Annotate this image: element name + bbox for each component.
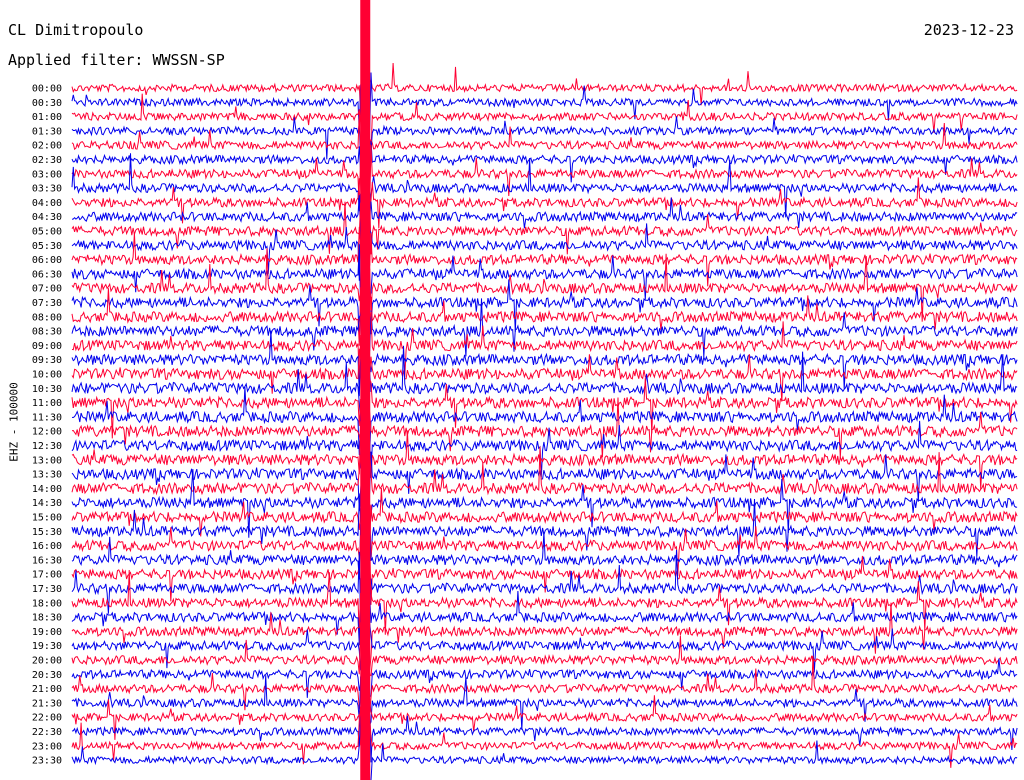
time-tick-label: 05:00 [32,227,62,238]
time-tick-label: 18:30 [32,613,62,624]
trace-row [71,327,1018,397]
trace-row [71,618,1018,673]
time-tick-label: 22:30 [32,727,62,738]
time-tick-label: 17:00 [32,570,62,581]
time-tick-label: 23:30 [32,756,62,767]
trace-row [71,63,1018,135]
time-tick-label: 11:30 [32,412,62,423]
time-tick-label: 20:30 [32,670,62,681]
time-tick-label: 01:00 [32,112,62,123]
time-tick-label: 10:30 [32,384,62,395]
time-tick-label: 01:30 [32,126,62,137]
trace-row [71,95,1018,169]
trace-row [71,373,1018,439]
time-tick-label: 15:00 [32,513,62,524]
time-tick-label: 02:00 [32,141,62,152]
trace-row [71,311,1018,383]
time-tick-label: 11:00 [32,398,62,409]
time-tick-label: 07:30 [32,298,62,309]
trace-row [71,725,1018,780]
time-tick-label: 17:30 [32,584,62,595]
trace-row [71,244,1018,311]
time-tick-label: 03:00 [32,169,62,180]
time-tick-label: 16:00 [32,541,62,552]
time-tick-label: 13:30 [32,470,62,481]
time-tick-label: 10:00 [32,370,62,381]
time-tick-label: 06:30 [32,269,62,280]
time-tick-label: 14:00 [32,484,62,495]
time-tick-label: 07:00 [32,284,62,295]
trace-row [71,123,1018,192]
trace-row [71,287,1018,346]
trace-row [71,421,1018,490]
time-tick-label: 06:00 [32,255,62,266]
time-tick-label: 05:30 [32,241,62,252]
time-tick-label: 00:00 [32,84,62,95]
time-tick-label: 08:30 [32,327,62,338]
time-tick-label: 13:00 [32,455,62,466]
time-tick-label: 02:30 [32,155,62,166]
time-tick-label: 21:00 [32,684,62,695]
time-tick-label: 09:30 [32,355,62,366]
time-tick-label: 12:30 [32,441,62,452]
time-tick-label: 09:00 [32,341,62,352]
time-tick-label: 19:00 [32,627,62,638]
time-tick-label: 19:30 [32,641,62,652]
time-tick-label: 12:00 [32,427,62,438]
event-saturation-band [360,0,371,780]
time-tick-label: 04:00 [32,198,62,209]
time-tick-label: 00:30 [32,98,62,109]
time-tick-label: 18:00 [32,598,62,609]
time-tick-label: 16:30 [32,555,62,566]
time-tick-label: 08:00 [32,312,62,323]
time-tick-label: 14:30 [32,498,62,509]
time-tick-label: 15:30 [32,527,62,538]
time-tick-label: 22:00 [32,713,62,724]
time-tick-label: 21:30 [32,698,62,709]
time-tick-label: 03:30 [32,184,62,195]
helicorder-plot: 00:00 00:30 01:00 01:30 02:00 02:30 03:00 03:30… [32,0,1018,780]
time-tick-label: 04:30 [32,212,62,223]
time-tick-label: 23:00 [32,741,62,752]
time-tick-label: 20:00 [32,656,62,667]
